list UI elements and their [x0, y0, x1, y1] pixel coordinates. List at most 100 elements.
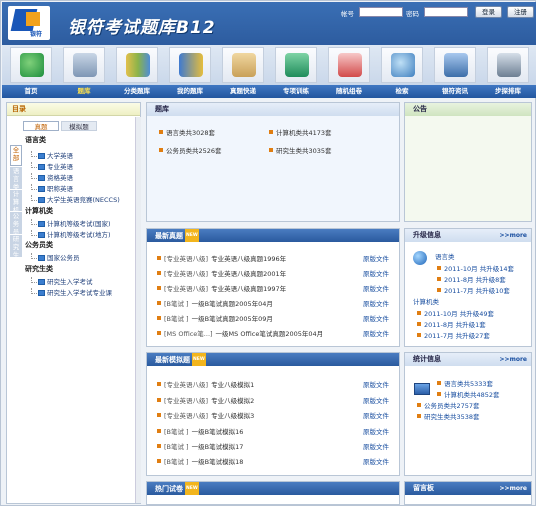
upgrade-row[interactable]: 2011-10月 共升级49套 — [417, 308, 494, 318]
vertical-tab[interactable]: 计算机类 — [10, 190, 22, 211]
list-item[interactable]: [专业英语八级] 专业英语八级真题1996年 原版文件 — [157, 253, 389, 263]
category-item[interactable]: 职称英语 — [31, 183, 73, 193]
vertical-tab[interactable]: 全部 — [10, 145, 22, 166]
stats-row[interactable]: 公务员类共2757套 — [417, 400, 480, 410]
upgrade-row[interactable]: 2011-8月 共升级1套 — [417, 319, 486, 329]
vertical-tab[interactable]: 研究生类 — [10, 235, 22, 257]
tiku-item[interactable]: 公务员类共2526套 — [159, 145, 222, 155]
nav-item[interactable]: 真题快递 — [222, 85, 264, 98]
list-item[interactable]: [B笔试 ] 一级B笔试模拟17 原版文件 — [157, 441, 389, 451]
nav-item[interactable]: 分类题库 — [116, 85, 158, 98]
source-file-link[interactable]: 原版文件 — [363, 456, 389, 466]
source-file-link[interactable]: 原版文件 — [363, 298, 389, 308]
category-heading[interactable]: 计算机类 — [25, 206, 53, 216]
tab-real-exam[interactable]: 真题 — [23, 121, 59, 131]
upgrade-row[interactable]: 2011-7月 共升级27套 — [417, 330, 490, 340]
upgrade-group[interactable]: 语言类 — [435, 251, 455, 261]
password-input[interactable] — [424, 7, 468, 17]
vertical-tab[interactable]: 公务员类 — [10, 212, 22, 234]
item-name[interactable]: 专业英语八级真题2001年 — [211, 270, 286, 278]
category-item[interactable]: 专业英语 — [31, 161, 73, 171]
list-item[interactable]: [B笔试 ] 一级B笔试模拟16 原版文件 — [157, 426, 389, 436]
stats-row[interactable]: 计算机类共4852套 — [437, 389, 500, 399]
upgrade-group[interactable]: 计算机类 — [413, 296, 439, 306]
account-input[interactable] — [359, 7, 403, 17]
tiku-tile[interactable] — [63, 47, 105, 83]
random-tile[interactable] — [328, 47, 370, 83]
category-tile[interactable] — [116, 47, 158, 83]
item-name[interactable]: 一级B笔试真题2005年09月 — [192, 315, 273, 323]
stats-row[interactable]: 语言类共5333套 — [437, 378, 493, 388]
list-item[interactable]: [B笔试 ] 一级B笔试真题2005年09月 原版文件 — [157, 313, 389, 323]
item-name[interactable]: 专业八级模拟2 — [211, 397, 254, 405]
nav-item[interactable]: 专项训练 — [275, 85, 317, 98]
list-item[interactable]: [B笔试 ] 一级B笔试真题2005年04月 原版文件 — [157, 298, 389, 308]
item-name[interactable]: 专业英语八级真题1996年 — [211, 255, 286, 263]
express-tile[interactable] — [222, 47, 264, 83]
source-file-link[interactable]: 原版文件 — [363, 283, 389, 293]
list-item[interactable]: [专业英语八级] 专业八级模拟1 原版文件 — [157, 379, 389, 389]
ranking-tile[interactable] — [487, 47, 529, 83]
item-name[interactable]: 一级MS Office笔试真题2005年04月 — [216, 330, 324, 338]
category-heading[interactable]: 研究生类 — [25, 264, 53, 274]
vertical-tab[interactable]: 语言类 — [10, 167, 22, 189]
item-name[interactable]: 一级B笔试模拟17 — [192, 443, 244, 451]
list-item[interactable]: [专业英语八级] 专业英语八级真题1997年 原版文件 — [157, 283, 389, 293]
login-button[interactable]: 登录 — [475, 6, 502, 18]
source-file-link[interactable]: 原版文件 — [363, 268, 389, 278]
source-file-link[interactable]: 原版文件 — [363, 379, 389, 389]
news-tile[interactable] — [434, 47, 476, 83]
nav-item[interactable]: 检索 — [381, 85, 423, 98]
stats-row[interactable]: 研究生类共3538套 — [417, 411, 480, 421]
category-item[interactable]: 计算机等级考试(国家) — [31, 218, 111, 228]
training-tile[interactable] — [275, 47, 317, 83]
register-button[interactable]: 注册 — [507, 6, 534, 18]
upgrade-row[interactable]: 2011-8月 共升级8套 — [437, 274, 506, 284]
sidebar-scrollbar[interactable] — [135, 117, 141, 503]
item-name[interactable]: 专业八级模拟1 — [211, 381, 254, 389]
category-item[interactable]: 资格英语 — [31, 172, 73, 182]
item-name[interactable]: 专业英语八级真题1997年 — [211, 285, 286, 293]
tiku-item[interactable]: 研究生类共3035套 — [269, 145, 332, 155]
nav-item[interactable]: 银符资讯 — [434, 85, 476, 98]
nav-item[interactable]: 题库 — [63, 85, 105, 98]
nav-item[interactable]: 我的题库 — [169, 85, 211, 98]
list-item[interactable]: [专业英语八级] 专业英语八级真题2001年 原版文件 — [157, 268, 389, 278]
stats-more-link[interactable]: >>more — [500, 353, 527, 366]
category-item[interactable]: 计算机等级考试(地方) — [31, 229, 111, 239]
tiku-item[interactable]: 计算机类共4173套 — [269, 127, 332, 137]
source-file-link[interactable]: 原版文件 — [363, 426, 389, 436]
my-tiku-tile[interactable] — [169, 47, 211, 83]
site-logo[interactable]: 银符 — [8, 6, 50, 40]
search-tile[interactable] — [381, 47, 423, 83]
category-item[interactable]: 国家公务员 — [31, 252, 80, 262]
source-file-link[interactable]: 原版文件 — [363, 313, 389, 323]
item-name[interactable]: 一级B笔试真题2005年04月 — [192, 300, 273, 308]
list-item[interactable]: [专业英语八级] 专业八级模拟3 原版文件 — [157, 410, 389, 420]
item-name[interactable]: 专业八级模拟3 — [211, 412, 254, 420]
item-name[interactable]: 一级B笔试模拟18 — [192, 458, 244, 466]
category-item[interactable]: 研究生入学考试 — [31, 276, 93, 286]
category-item[interactable]: 大学生英语竞赛(NECCS) — [31, 194, 120, 204]
category-item[interactable]: 研究生入学考试专业课 — [31, 287, 112, 297]
home-tile[interactable] — [10, 47, 52, 83]
guestbook-more-link[interactable]: >>more — [500, 482, 527, 495]
nav-item[interactable]: 首页 — [10, 85, 52, 98]
nav-item[interactable]: 随机组卷 — [328, 85, 370, 98]
source-file-link[interactable]: 原版文件 — [363, 328, 389, 338]
upgrade-row[interactable]: 2011-10月 共升级14套 — [437, 263, 514, 273]
upgrade-more-link[interactable]: >>more — [500, 229, 527, 242]
source-file-link[interactable]: 原版文件 — [363, 395, 389, 405]
category-item[interactable]: 大学英语 — [31, 150, 73, 160]
upgrade-row[interactable]: 2011-7月 共升级10套 — [437, 285, 510, 295]
tab-mock-exam[interactable]: 模拟题 — [61, 121, 97, 131]
source-file-link[interactable]: 原版文件 — [363, 253, 389, 263]
list-item[interactable]: [MS Office笔...] 一级MS Office笔试真题2005年04月 原版… — [157, 328, 389, 338]
source-file-link[interactable]: 原版文件 — [363, 410, 389, 420]
tiku-item[interactable]: 语言类共3028套 — [159, 127, 215, 137]
list-item[interactable]: [B笔试 ] 一级B笔试模拟18 原版文件 — [157, 456, 389, 466]
list-item[interactable]: [专业英语八级] 专业八级模拟2 原版文件 — [157, 395, 389, 405]
nav-item[interactable]: 步探排库 — [487, 85, 529, 98]
category-heading[interactable]: 公务员类 — [25, 240, 53, 250]
item-name[interactable]: 一级B笔试模拟16 — [192, 428, 244, 436]
